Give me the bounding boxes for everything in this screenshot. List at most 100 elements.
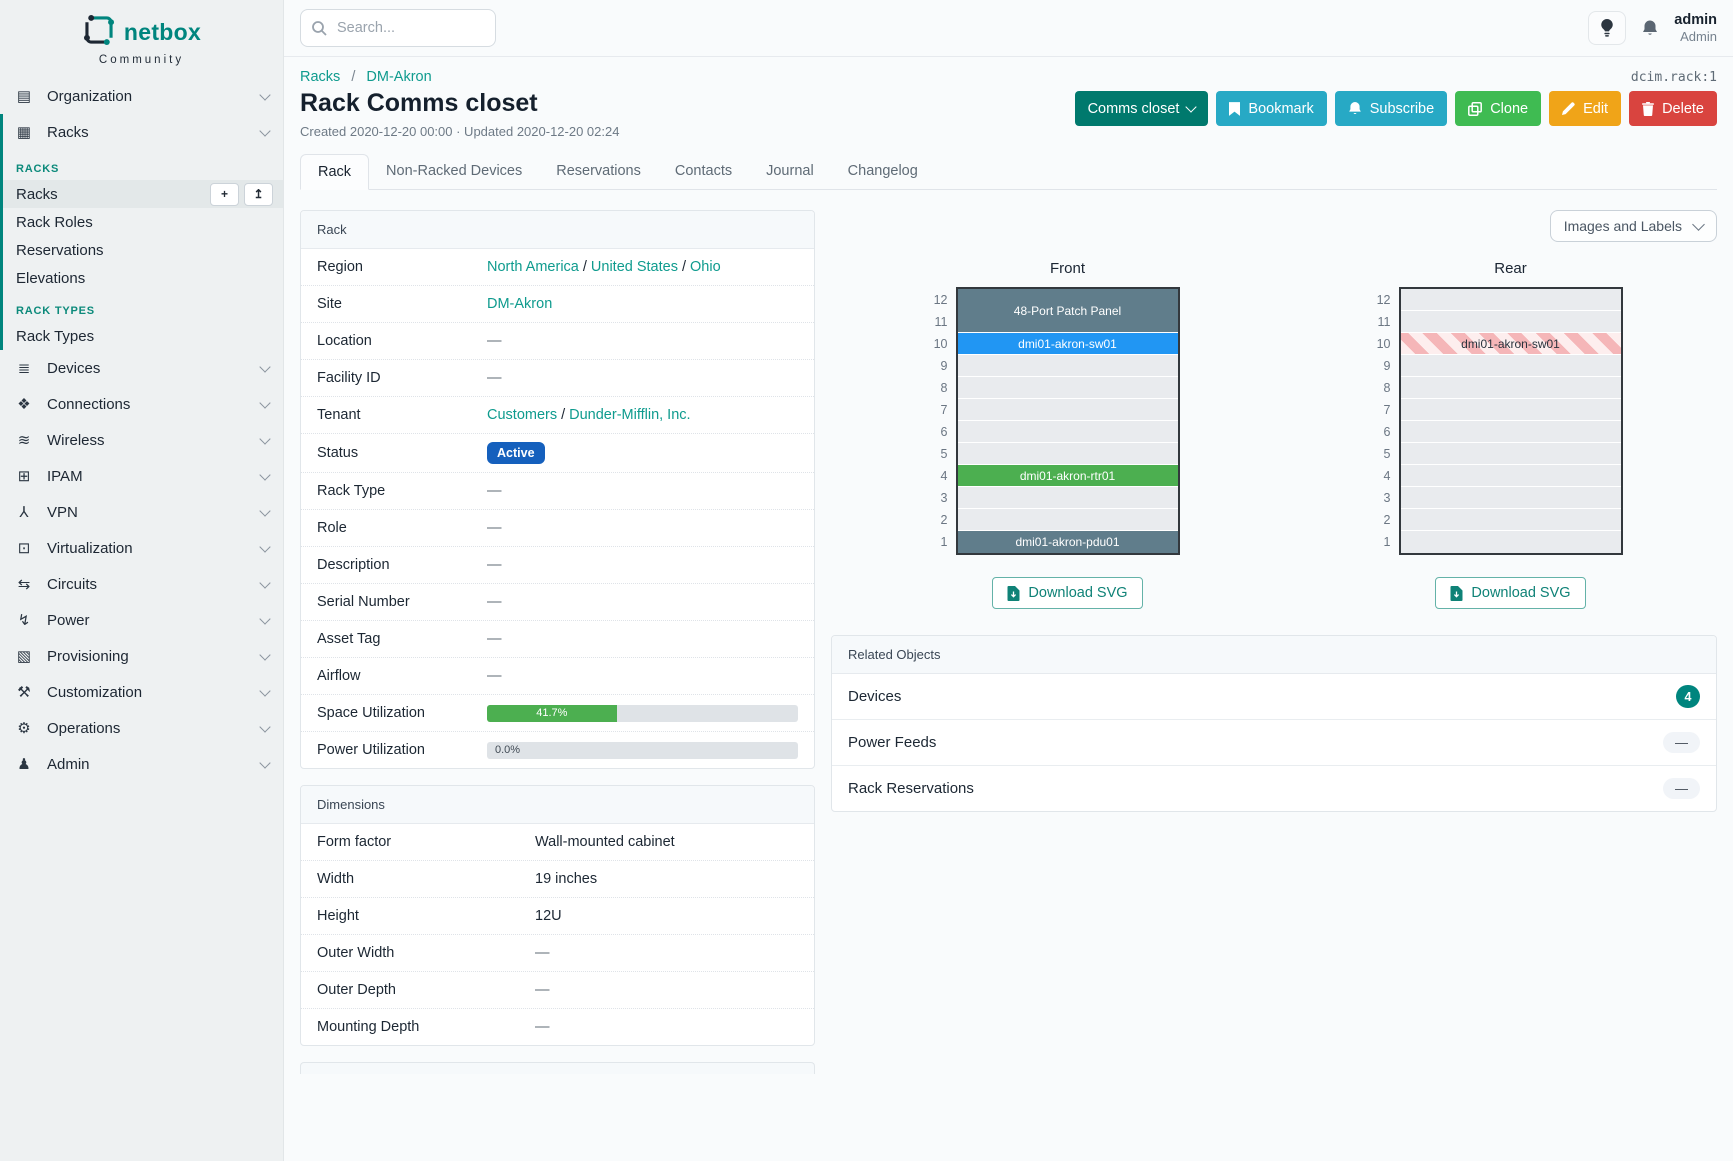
download-svg-rear-button[interactable]: Download SVG bbox=[1435, 577, 1585, 609]
sidebar-item-customization[interactable]: ⚒ Customization bbox=[0, 674, 283, 710]
devices-icon: ≣ bbox=[14, 359, 34, 377]
sidebar-item-racks-list[interactable]: Racks + ↥ bbox=[3, 180, 283, 208]
tab-journal[interactable]: Journal bbox=[749, 154, 831, 189]
region-link[interactable]: United States bbox=[591, 259, 678, 275]
sidebar-item-organization[interactable]: ▤ Organization bbox=[0, 78, 283, 114]
rear-elevation: Rear 121110987654321 dmi01-akron-sw01 bbox=[1274, 246, 1717, 609]
elevation-view-select[interactable]: Images and Labels bbox=[1550, 210, 1717, 242]
rack-unit-empty[interactable] bbox=[958, 377, 1178, 399]
download-svg-front-button[interactable]: Download SVG bbox=[992, 577, 1142, 609]
racks-row-buttons: + ↥ bbox=[210, 183, 273, 206]
region-link[interactable]: Ohio bbox=[690, 259, 721, 275]
related-power-feeds-link[interactable]: Power Feeds bbox=[848, 734, 936, 751]
tenant-link[interactable]: Dunder-Mifflin, Inc. bbox=[569, 407, 690, 423]
rack-unit-empty[interactable] bbox=[1401, 443, 1621, 465]
sidebar-item-reservations[interactable]: Reservations bbox=[3, 236, 283, 264]
sidebar-item-virtualization[interactable]: ⊡ Virtualization bbox=[0, 530, 283, 566]
rack-unit-empty[interactable] bbox=[1401, 531, 1621, 553]
sidebar-item-racks[interactable]: ▦ Racks bbox=[3, 114, 283, 150]
rack-unit-empty[interactable] bbox=[1401, 355, 1621, 377]
sidebar-item-ipam[interactable]: ⊞ IPAM bbox=[0, 458, 283, 494]
sidebar-item-operations[interactable]: ⚙ Operations bbox=[0, 710, 283, 746]
rack-unit-empty[interactable] bbox=[958, 509, 1178, 531]
rack-unit-empty[interactable] bbox=[958, 443, 1178, 465]
rack-unit-empty[interactable] bbox=[958, 487, 1178, 509]
tab-non-racked-devices[interactable]: Non-Racked Devices bbox=[369, 154, 539, 189]
row-status: Status Active bbox=[301, 434, 814, 473]
rack-unit-empty[interactable] bbox=[1401, 487, 1621, 509]
rack-unit-device[interactable]: dmi01-akron-sw01 bbox=[958, 333, 1178, 355]
empty-value: — bbox=[487, 668, 502, 684]
rack-unit-device-rear-face[interactable]: dmi01-akron-sw01 bbox=[1401, 333, 1621, 355]
related-devices-link[interactable]: Devices bbox=[848, 688, 901, 705]
rack-unit-empty[interactable] bbox=[958, 421, 1178, 443]
rack-unit-empty[interactable] bbox=[958, 399, 1178, 421]
empty-value: — bbox=[535, 982, 550, 998]
breadcrumb-site-link[interactable]: DM-Akron bbox=[366, 69, 431, 85]
sidebar-item-rack-types[interactable]: Rack Types bbox=[3, 322, 283, 350]
rack-unit-empty[interactable] bbox=[1401, 377, 1621, 399]
delete-button[interactable]: Delete bbox=[1629, 91, 1717, 126]
related-rack-reservations-link[interactable]: Rack Reservations bbox=[848, 780, 974, 797]
copy-icon bbox=[1468, 102, 1482, 116]
clone-button[interactable]: Clone bbox=[1455, 91, 1541, 126]
notifications-button[interactable] bbox=[1641, 19, 1659, 37]
rack-unit-device[interactable]: dmi01-akron-pdu01 bbox=[958, 531, 1178, 553]
bookmark-button[interactable]: Bookmark bbox=[1216, 91, 1326, 126]
edit-button[interactable]: Edit bbox=[1549, 91, 1621, 126]
power-icon: ↯ bbox=[14, 611, 34, 629]
sidebar-item-circuits[interactable]: ⇆ Circuits bbox=[0, 566, 283, 602]
region-link[interactable]: North America bbox=[487, 259, 579, 275]
empty-value: — bbox=[487, 370, 502, 386]
search-input[interactable] bbox=[300, 9, 496, 47]
row-airflow: Airflow — bbox=[301, 658, 814, 695]
sidebar-item-elevations[interactable]: Elevations bbox=[3, 264, 283, 292]
site-link[interactable]: DM-Akron bbox=[487, 296, 552, 312]
rack-unit-device[interactable]: dmi01-akron-rtr01 bbox=[958, 465, 1178, 487]
rack-name-dropdown-button[interactable]: Comms closet bbox=[1075, 91, 1209, 126]
row-label: Tenant bbox=[317, 407, 487, 423]
related-row-power-feeds: Power Feeds — bbox=[832, 720, 1716, 766]
tab-contacts[interactable]: Contacts bbox=[658, 154, 749, 189]
netbox-logo[interactable]: netbox Community bbox=[0, 0, 283, 78]
left-column: Rack Region North America/United States/… bbox=[300, 210, 815, 1074]
rack-unit-empty[interactable] bbox=[1401, 465, 1621, 487]
rack-unit-empty[interactable] bbox=[1401, 509, 1621, 531]
sidebar-item-devices[interactable]: ≣ Devices bbox=[0, 350, 283, 386]
rack-unit-empty[interactable] bbox=[958, 355, 1178, 377]
sidebar-item-admin[interactable]: ♟ Admin bbox=[0, 746, 283, 782]
tab-bar: Rack Non-Racked Devices Reservations Con… bbox=[300, 154, 1717, 190]
add-button[interactable]: + bbox=[210, 183, 239, 206]
count-badge: 4 bbox=[1676, 685, 1700, 708]
rack-unit-empty[interactable] bbox=[1401, 399, 1621, 421]
sidebar-item-wireless[interactable]: ≋ Wireless bbox=[0, 422, 283, 458]
chevron-down-icon bbox=[259, 433, 270, 444]
sidebar-item-connections[interactable]: ❖ Connections bbox=[0, 386, 283, 422]
breadcrumb-racks-link[interactable]: Racks bbox=[300, 69, 340, 85]
rack-unit-empty[interactable] bbox=[1401, 421, 1621, 443]
sidebar-item-power[interactable]: ↯ Power bbox=[0, 602, 283, 638]
row-value: 19 inches bbox=[535, 871, 798, 887]
row-label: Site bbox=[317, 296, 487, 312]
tab-reservations[interactable]: Reservations bbox=[539, 154, 658, 189]
section-title-racks: RACKS bbox=[3, 150, 283, 180]
tenant-group-link[interactable]: Customers bbox=[487, 407, 557, 423]
rack-unit-empty[interactable] bbox=[1401, 289, 1621, 311]
sidebar-item-provisioning[interactable]: ▧ Provisioning bbox=[0, 638, 283, 674]
sidebar-item-rack-roles[interactable]: Rack Roles bbox=[3, 208, 283, 236]
row-value: 12U bbox=[535, 908, 798, 924]
user-menu[interactable]: admin Admin bbox=[1674, 11, 1717, 45]
status-badge: Active bbox=[487, 442, 545, 464]
customization-icon: ⚒ bbox=[14, 683, 34, 701]
subscribe-button[interactable]: Subscribe bbox=[1335, 91, 1447, 126]
rack-unit-empty[interactable] bbox=[1401, 311, 1621, 333]
theme-toggle-button[interactable] bbox=[1588, 11, 1626, 45]
rack-elevation-front: 48-Port Patch Panel dmi01-akron-sw01 dmi… bbox=[956, 287, 1180, 555]
page-header: Racks / DM-Akron dcim.rack:1 Rack Comms … bbox=[284, 57, 1733, 139]
sidebar-group-racks: ▦ Racks RACKS Racks + ↥ Rack Roles Reser… bbox=[0, 114, 283, 350]
import-button[interactable]: ↥ bbox=[244, 183, 273, 206]
tab-rack[interactable]: Rack bbox=[300, 154, 369, 190]
tab-changelog[interactable]: Changelog bbox=[831, 154, 935, 189]
sidebar-item-vpn[interactable]: ⅄ VPN bbox=[0, 494, 283, 530]
rack-unit-device[interactable]: 48-Port Patch Panel bbox=[958, 289, 1178, 333]
